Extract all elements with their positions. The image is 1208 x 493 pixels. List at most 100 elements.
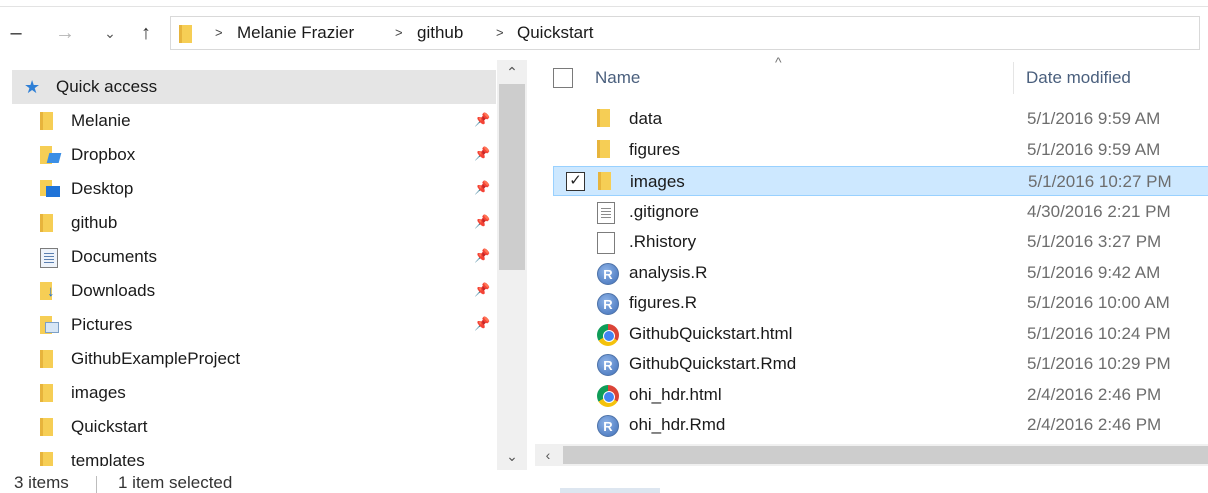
pin-icon[interactable]: 📌 — [474, 112, 490, 128]
sidebar-item-pictures[interactable]: Pictures 📌 — [12, 308, 496, 342]
file-date-modified: 2/4/2016 2:46 PM — [1027, 415, 1162, 434]
table-row[interactable]: R figures.R 5/1/2016 10:00 AM — [553, 288, 1208, 318]
file-date-modified: 5/1/2016 10:27 PM — [1028, 172, 1172, 191]
desktop-folder-icon — [40, 180, 60, 198]
file-name: ohi_hdr.html — [629, 385, 722, 404]
sidebar-item-dropbox[interactable]: Dropbox 📌 — [12, 138, 496, 172]
column-divider[interactable] — [1013, 62, 1014, 94]
view-toggle-strip[interactable] — [560, 488, 660, 493]
column-header-row: Name ^ Date modified — [535, 56, 1208, 100]
r-file-icon: R — [597, 415, 619, 437]
folder-icon — [40, 214, 56, 232]
file-date-modified: 5/1/2016 3:27 PM — [1027, 232, 1162, 251]
status-divider — [96, 476, 97, 493]
file-list-horizontal-scrollbar[interactable]: ‹ — [535, 444, 1208, 466]
pin-icon[interactable]: 📌 — [474, 248, 490, 264]
folder-icon — [40, 384, 56, 402]
sidebar-item-label: Melanie — [71, 111, 131, 130]
table-row[interactable]: R ohi_hdr.Rmd 2/4/2016 2:46 PM — [553, 410, 1208, 440]
table-row[interactable]: figures 5/1/2016 9:59 AM — [553, 135, 1208, 165]
text-file-icon — [597, 202, 615, 224]
folder-icon — [179, 25, 195, 43]
star-icon: ★ — [24, 77, 41, 97]
scrollbar-thumb[interactable] — [563, 446, 1208, 464]
column-header-date-modified[interactable]: Date modified — [1026, 56, 1131, 100]
table-row[interactable]: R GithubQuickstart.Rmd 5/1/2016 10:29 PM — [553, 349, 1208, 379]
file-date-modified: 2/4/2016 2:46 PM — [1027, 385, 1162, 404]
scroll-left-arrow-icon[interactable]: ‹ — [535, 444, 561, 466]
pin-icon[interactable]: 📌 — [474, 146, 490, 162]
sidebar-item-githubexampleproject[interactable]: GithubExampleProject — [12, 342, 496, 376]
forward-button[interactable]: → — [50, 18, 80, 48]
pin-icon[interactable]: 📌 — [474, 180, 490, 196]
address-bar[interactable]: > Melanie Frazier > github > Quickstart — [170, 16, 1200, 50]
select-all-checkbox[interactable] — [553, 68, 573, 88]
sidebar-item-label: Quick access — [56, 77, 158, 96]
file-date-modified: 5/1/2016 10:00 AM — [1027, 293, 1170, 312]
sidebar-item-label: Downloads — [71, 281, 156, 300]
sidebar-item-quickstart[interactable]: Quickstart — [12, 410, 496, 444]
file-name: GithubQuickstart.Rmd — [629, 354, 797, 373]
sidebar-item-label: Dropbox — [71, 145, 136, 164]
table-row[interactable]: R analysis.R 5/1/2016 9:42 AM — [553, 258, 1208, 288]
sidebar-item-documents[interactable]: Documents 📌 — [12, 240, 496, 274]
sidebar-item-quick-access[interactable]: ★ Quick access — [12, 70, 496, 104]
sidebar-item-label: Desktop — [71, 179, 134, 198]
sidebar-item-label: templates — [71, 451, 145, 466]
navigation-pane: ★ Quick access Melanie 📌 Dropbox 📌 Deskt… — [0, 66, 530, 466]
file-date-modified: 5/1/2016 9:59 AM — [1027, 140, 1161, 159]
file-name: figures.R — [629, 293, 698, 312]
sidebar-item-label: Documents — [71, 247, 157, 266]
chrome-icon — [597, 324, 619, 346]
breadcrumb-separator[interactable]: > — [395, 17, 403, 49]
up-button[interactable]: ↑ — [132, 18, 160, 48]
breadcrumb-separator[interactable]: > — [215, 17, 223, 49]
navigation-pane-scrollbar[interactable]: ⌃ ⌄ — [497, 60, 527, 470]
blank-file-icon — [597, 232, 615, 254]
sidebar-item-label: Quickstart — [71, 417, 148, 436]
file-date-modified: 5/1/2016 10:29 PM — [1027, 354, 1171, 373]
scrollbar-thumb[interactable] — [499, 84, 525, 270]
pin-icon[interactable]: 📌 — [474, 316, 490, 332]
sidebar-item-downloads[interactable]: ↓ Downloads 📌 — [12, 274, 496, 308]
file-date-modified: 5/1/2016 9:59 AM — [1027, 109, 1161, 128]
sidebar-item-github[interactable]: github 📌 — [12, 206, 496, 240]
pin-icon[interactable]: 📌 — [474, 214, 490, 230]
column-header-name[interactable]: Name — [595, 56, 640, 100]
breadcrumb-separator[interactable]: > — [496, 17, 504, 49]
breadcrumb-item-melanie-frazier[interactable]: Melanie Frazier — [237, 17, 354, 49]
table-row[interactable]: data 5/1/2016 9:59 AM — [553, 104, 1208, 134]
scroll-up-arrow-icon[interactable]: ⌃ — [497, 60, 527, 84]
folder-icon — [597, 109, 613, 127]
breadcrumb-item-quickstart[interactable]: Quickstart — [517, 17, 594, 49]
pictures-icon — [40, 316, 60, 334]
table-row[interactable]: .Rhistory 5/1/2016 3:27 PM — [553, 227, 1208, 257]
sidebar-item-melanie[interactable]: Melanie 📌 — [12, 104, 496, 138]
table-row[interactable]: GithubQuickstart.html 5/1/2016 10:24 PM — [553, 319, 1208, 349]
folder-icon — [40, 350, 56, 368]
file-name: GithubQuickstart.html — [629, 324, 793, 343]
dropbox-folder-icon — [40, 146, 62, 164]
file-date-modified: 5/1/2016 10:24 PM — [1027, 324, 1171, 343]
table-row-selected[interactable]: ✓ images 5/1/2016 10:27 PM — [553, 166, 1208, 196]
status-selected-count: 1 item selected — [118, 473, 233, 492]
r-file-icon: R — [597, 293, 619, 315]
file-list: Name ^ Date modified data 5/1/2016 9:59 … — [535, 56, 1208, 446]
sidebar-item-desktop[interactable]: Desktop 📌 — [12, 172, 496, 206]
folder-icon — [40, 112, 56, 130]
table-row[interactable]: ohi_hdr.html 2/4/2016 2:46 PM — [553, 380, 1208, 410]
file-name: figures — [629, 140, 681, 159]
breadcrumb-item-github[interactable]: github — [417, 17, 463, 49]
scroll-down-arrow-icon[interactable]: ⌄ — [497, 444, 527, 468]
row-checkbox-checked[interactable]: ✓ — [566, 172, 585, 191]
pin-icon[interactable]: 📌 — [474, 282, 490, 298]
sidebar-item-images[interactable]: images — [12, 376, 496, 410]
recent-locations-button[interactable]: ⌄ — [98, 18, 122, 48]
folder-icon — [597, 140, 613, 158]
back-button[interactable]: – — [6, 18, 26, 48]
folder-icon — [40, 418, 56, 436]
status-bar: 3 items 1 item selected — [0, 470, 1208, 493]
file-date-modified: 5/1/2016 9:42 AM — [1027, 263, 1161, 282]
sidebar-item-templates[interactable]: templates — [12, 444, 496, 466]
table-row[interactable]: .gitignore 4/30/2016 2:21 PM — [553, 197, 1208, 227]
